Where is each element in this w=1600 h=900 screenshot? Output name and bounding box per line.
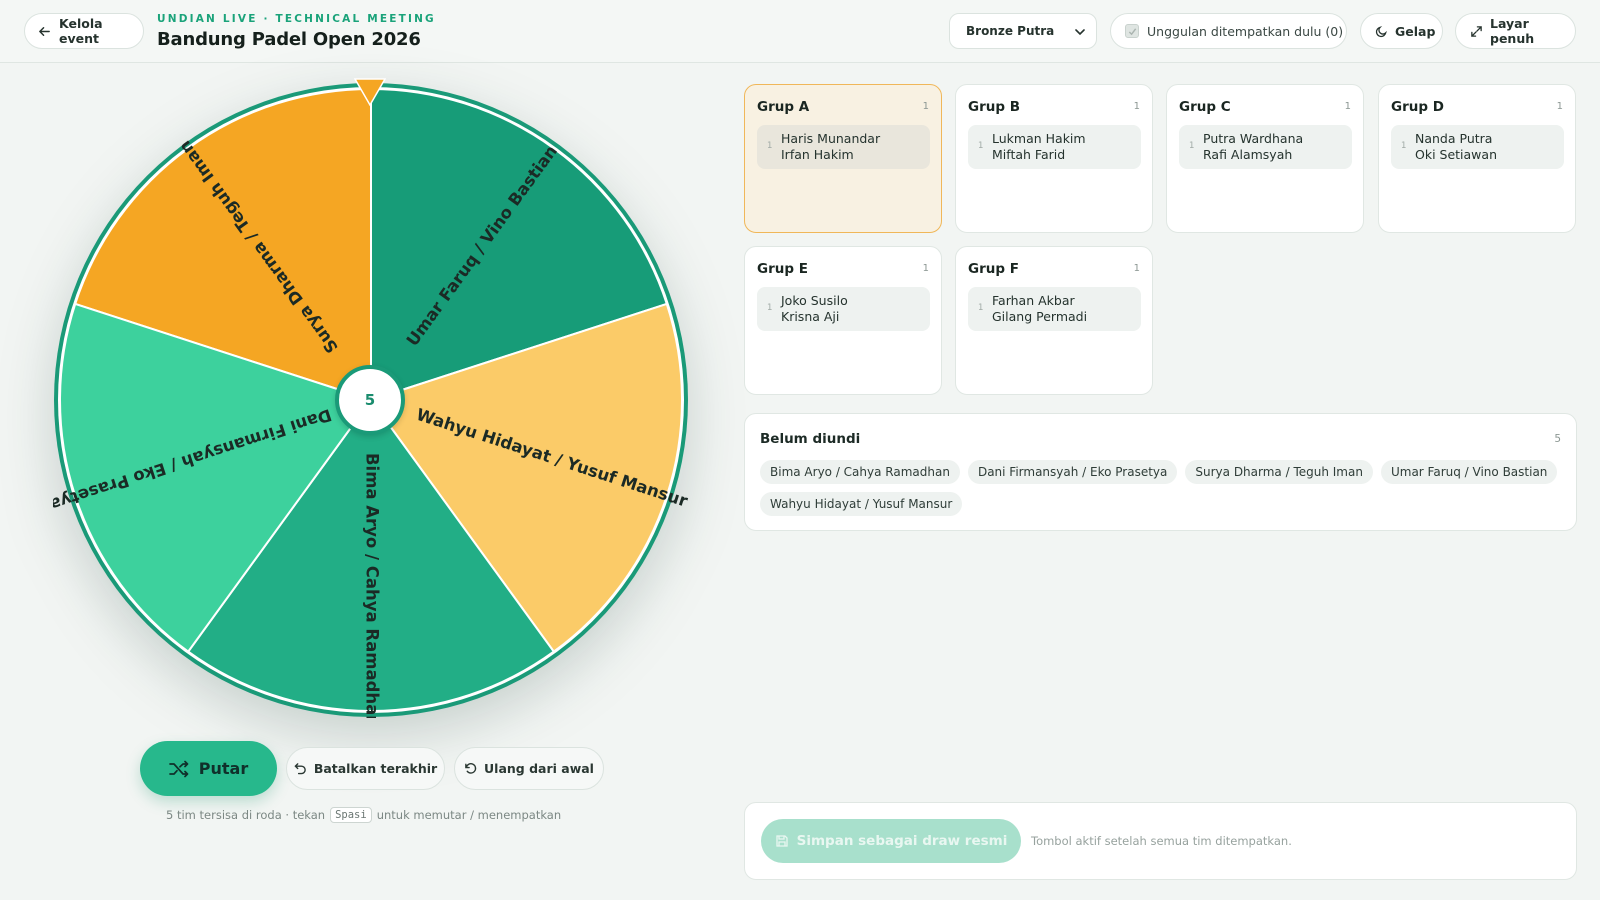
reset-label: Ulang dari awal [484,761,594,776]
slot-number: 1 [978,141,984,151]
group-card-f[interactable]: Grup F 1 1 Farhan Akbar Gilang Permadi [955,246,1153,395]
shuffle-icon [168,760,189,777]
group-card-e[interactable]: Grup E 1 1 Joko Susilo Krisna Aji [744,246,942,395]
spin-button[interactable]: Putar [140,741,277,796]
wheel-hub-count: 5 [335,365,405,435]
group-count: 1 [1133,101,1140,112]
slot-team: Haris Munandar Irfan Hakim [781,131,881,162]
moon-icon [1375,25,1387,37]
fullscreen-label: Layar penuh [1490,16,1535,46]
group-name: Grup E [757,261,808,277]
undo-label: Batalkan terakhir [313,761,438,776]
group-slot[interactable]: 1 Farhan Akbar Gilang Permadi [968,287,1141,331]
save-label: Simpan sebagai draw resmi [796,833,1008,849]
group-slot[interactable]: 1 Joko Susilo Krisna Aji [757,287,930,331]
slot-number: 1 [1401,141,1407,151]
slot-team: Farhan Akbar Gilang Permadi [992,293,1088,324]
keyboard-hint: 5 tim tersisa di roda · tekan Spasi untu… [166,807,561,823]
wheel-segment-label: Bima Aryo / Cahya Ramadhan [363,453,382,718]
team-chip[interactable]: Umar Faruq / Vino Bastian [1380,460,1558,484]
undrawn-pool: Belum diundi 5 Bima Aryo / Cahya Ramadha… [744,413,1577,531]
slot-number: 1 [767,303,773,313]
group-slot[interactable]: 1 Lukman Hakim Miftah Farid [968,125,1141,169]
group-slot[interactable]: 1 Nanda Putra Oki Setiawan [1391,125,1564,169]
wheel-pointer-icon [354,78,386,106]
dark-mode-button[interactable]: Gelap [1360,13,1443,49]
pool-title: Belum diundi [760,431,861,447]
save-card: Simpan sebagai draw resmi Tombol aktif s… [744,802,1577,880]
save-icon [775,835,788,847]
group-card-b[interactable]: Grup B 1 1 Lukman Hakim Miftah Farid [955,84,1153,233]
group-card-d[interactable]: Grup D 1 1 Nanda Putra Oki Setiawan [1378,84,1576,233]
pool-count: 5 [1554,433,1561,445]
back-button[interactable]: Kelola event [24,13,144,49]
chevron-down-icon [1075,29,1085,36]
group-count: 1 [922,101,929,112]
seed-checkbox[interactable] [1125,24,1139,38]
group-name: Grup C [1179,99,1231,115]
save-note: Tombol aktif setelah semua tim ditempatk… [1031,834,1292,848]
category-select[interactable]: Bronze Putra [949,13,1097,49]
undo-icon [294,763,306,775]
spin-label: Putar [198,759,249,778]
slot-team: Joko Susilo Krisna Aji [781,293,848,324]
group-name: Grup F [968,261,1019,277]
undo-last-button[interactable]: Batalkan terakhir [286,747,445,790]
seed-toggle[interactable]: Unggulan ditempatkan dulu (0) [1110,13,1347,49]
reset-button[interactable]: Ulang dari awal [454,747,604,790]
team-chip[interactable]: Wahyu Hidayat / Yusuf Mansur [760,492,963,516]
group-name: Grup B [968,99,1021,115]
fullscreen-button[interactable]: Layar penuh [1455,13,1576,49]
slot-team: Nanda Putra Oki Setiawan [1415,131,1497,162]
expand-icon [1471,25,1482,37]
hint-before: 5 tim tersisa di roda · tekan [166,808,326,822]
team-chip[interactable]: Bima Aryo / Cahya Ramadhan [760,460,960,484]
group-count: 1 [922,263,929,274]
slot-number: 1 [1189,141,1195,151]
arrow-left-icon [39,26,50,36]
group-count: 1 [1344,101,1351,112]
pool-chip-list: Bima Aryo / Cahya Ramadhan Dani Firmansy… [760,460,1560,516]
seed-label: Unggulan ditempatkan dulu (0) [1147,23,1344,39]
slot-number: 1 [767,141,773,151]
group-card-a[interactable]: Grup A 1 1 Haris Munandar Irfan Hakim [744,84,942,233]
group-name: Grup D [1391,99,1444,115]
page-kicker: UNDIAN LIVE · TECHNICAL MEETING [157,13,436,25]
category-selected: Bronze Putra [966,24,1055,38]
group-count: 1 [1556,101,1563,112]
dark-mode-label: Gelap [1395,23,1436,39]
hint-key: Spasi [330,807,372,823]
hint-after: untuk memutar / menempatkan [376,808,562,822]
rotate-ccw-icon [465,763,477,774]
slot-team: Lukman Hakim Miftah Farid [992,131,1086,162]
group-card-c[interactable]: Grup C 1 1 Putra Wardhana Rafi Alamsyah [1166,84,1364,233]
page-title: Bandung Padel Open 2026 [157,29,421,50]
team-chip[interactable]: Surya Dharma / Teguh Iman [1185,460,1373,484]
group-name: Grup A [757,99,810,115]
group-slot[interactable]: 1 Haris Munandar Irfan Hakim [757,125,930,169]
team-chip[interactable]: Dani Firmansyah / Eko Prasetya [967,460,1178,484]
group-slot[interactable]: 1 Putra Wardhana Rafi Alamsyah [1179,125,1352,169]
slot-number: 1 [978,303,984,313]
back-label: Kelola event [59,16,103,46]
save-official-draw-button[interactable]: Simpan sebagai draw resmi [761,819,1021,863]
group-count: 1 [1133,263,1140,274]
slot-team: Putra Wardhana Rafi Alamsyah [1203,131,1304,162]
check-icon [1128,27,1136,35]
